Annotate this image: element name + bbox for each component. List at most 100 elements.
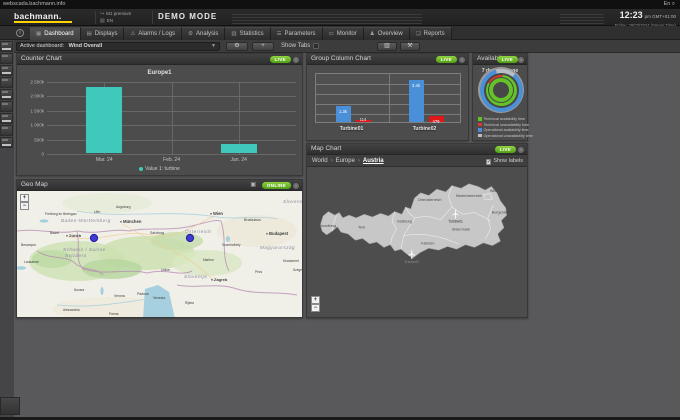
- city-label-rijeka: Rijeka: [185, 301, 194, 305]
- snapshot-icon[interactable]: ▣: [250, 182, 256, 189]
- minimized-widget-tile[interactable]: [0, 101, 13, 112]
- language-icon[interactable]: ▤: [100, 18, 105, 24]
- badge-info-icon[interactable]: i: [293, 182, 299, 189]
- geo-map-svg: Österreich Schweiz / SuisseSvizzera Magyar…: [17, 191, 302, 317]
- city-label-venezia: Venezia: [153, 296, 165, 300]
- plus-icon: +: [261, 43, 265, 49]
- region-label-burgenland: Burgenland: [492, 210, 511, 214]
- tab-reports[interactable]: ❏ Reports: [409, 27, 452, 40]
- search-icon[interactable]: ⌕: [672, 1, 675, 7]
- language-label[interactable]: EN: [107, 18, 113, 23]
- edit-tools-button[interactable]: ⚒: [400, 42, 420, 51]
- counter-chart-title: Counter Chart: [21, 55, 62, 62]
- legend-dot: [139, 166, 144, 171]
- legend-swatch: [478, 128, 482, 132]
- clock-time: 12:23: [619, 10, 643, 20]
- tab-label: Reports: [423, 31, 445, 37]
- minimized-widget-tile[interactable]: [0, 89, 13, 100]
- tab-displays[interactable]: ▤ Displays: [80, 27, 125, 40]
- show-labels-control: ✓ Show labels: [485, 158, 523, 165]
- live-badge[interactable]: LIVE: [494, 146, 516, 153]
- add-dashboard-button[interactable]: +: [252, 42, 274, 51]
- tab-label: Monitor: [336, 31, 357, 37]
- geo-map-title: Geo Map: [21, 181, 48, 188]
- map-chart-header: Map Chart LIVE i: [307, 144, 527, 155]
- austria-map[interactable]: Oberösterreich Niederösterreich Wien Burgen…: [307, 167, 527, 317]
- legend-item-operational-unavailability-time: Operational unavailability time: [478, 134, 533, 140]
- badge-info-icon[interactable]: i: [518, 56, 524, 63]
- show-labels-checkbox[interactable]: ✓: [485, 159, 492, 165]
- counter-chart-legend[interactable]: Value 1: turbine: [17, 166, 302, 172]
- minimized-widget-tile[interactable]: [0, 137, 13, 148]
- minimized-widget-tile[interactable]: [0, 65, 13, 76]
- country-label-baden-w-rttemberg: Baden-Württemberg: [61, 218, 111, 223]
- wrench-icon: ⚒: [407, 43, 413, 49]
- badge-info-icon[interactable]: i: [293, 56, 299, 63]
- bachmann-logo: bachmann.: [14, 11, 62, 21]
- dashboard-settings-button[interactable]: ⚙: [226, 42, 248, 51]
- tab-monitor[interactable]: ▭ Monitor: [322, 27, 364, 40]
- zoom-out-button[interactable]: −: [311, 304, 320, 312]
- city-label-salzburg: Salzburg: [150, 231, 164, 235]
- region-label-k-rnten: Kärnten: [421, 242, 434, 246]
- geo-site-marker-2[interactable]: [185, 233, 195, 243]
- city-dot: [66, 234, 68, 237]
- minimized-widget-tile[interactable]: [0, 41, 13, 52]
- country-label-sterreich: Österreich: [185, 228, 211, 234]
- minimized-widget-tile-bottom[interactable]: [0, 397, 20, 415]
- breadcrumb-austria[interactable]: Austria: [363, 158, 384, 164]
- map-breadcrumb: World › Europe › Austria ✓ Show labels: [307, 155, 527, 167]
- tab-dashboard[interactable]: ▦ Dashboard: [30, 27, 81, 40]
- statistics-icon: ▥: [231, 31, 237, 37]
- zoom-in-button[interactable]: +: [20, 194, 29, 202]
- tab-parameters[interactable]: ☰ Parameters: [270, 27, 323, 40]
- live-badge[interactable]: LIVE: [435, 56, 457, 63]
- geo-site-marker-1[interactable]: [89, 233, 99, 243]
- legend-label: Operational unavailability time: [483, 133, 533, 138]
- minimized-widget-tile[interactable]: [0, 77, 13, 88]
- region-label-wien: Wien: [490, 189, 499, 193]
- legend-swatch: [478, 117, 482, 121]
- legend-label: Value 1: turbine: [145, 166, 180, 172]
- bar-jan-24[interactable]: [220, 144, 257, 153]
- tab-alarms-logs[interactable]: ⚠ Alarms / Logs: [124, 27, 183, 40]
- city-dot: [211, 278, 213, 281]
- minimized-widget-tile[interactable]: [0, 125, 13, 136]
- geo-map-canvas[interactable]: Österreich Schweiz / Suisse Svizzera Magyar…: [17, 191, 302, 317]
- layout-button[interactable]: ▥: [377, 42, 397, 51]
- minimized-widget-tile[interactable]: [0, 113, 13, 124]
- zoom-out-button[interactable]: −: [20, 202, 29, 210]
- group-chart-plot: 1.3k 114 3.4k 479: [315, 73, 461, 124]
- city-label-zagreb: Zagreb: [214, 277, 228, 282]
- badge-info-icon[interactable]: i: [459, 56, 465, 63]
- minimized-widget-tile[interactable]: [0, 53, 13, 64]
- browser-url-bar: webscada.bachmann.info En ⌕: [0, 0, 680, 9]
- breadcrumb-europe[interactable]: Europe: [336, 158, 355, 164]
- info-icon[interactable]: i: [16, 29, 24, 37]
- bar-mar-24[interactable]: [86, 86, 123, 153]
- region-label-steiermark: Steiermark: [452, 227, 470, 231]
- badge-info-icon[interactable]: i: [518, 146, 524, 153]
- city-label-basel: Basel: [50, 231, 59, 235]
- live-badge[interactable]: LIVE: [269, 56, 291, 63]
- tab-overview[interactable]: ♟ Overview: [363, 27, 410, 40]
- browser-lang-label[interactable]: En: [664, 1, 671, 7]
- breadcrumb-world[interactable]: World: [312, 158, 328, 164]
- tab-analysis[interactable]: ⚙ Analysis: [182, 27, 226, 40]
- analysis-icon: ⚙: [188, 31, 194, 37]
- live-badge[interactable]: LIVE: [496, 56, 518, 63]
- logout-icon[interactable]: ↪: [100, 11, 104, 17]
- online-badge[interactable]: ONLINE: [261, 182, 291, 189]
- country-label-slovensko: Slovensko: [283, 199, 302, 204]
- geo-zoom-control: + −: [20, 194, 29, 312]
- availability-legend: Technical availability time Technical una…: [478, 117, 533, 140]
- map-chart-panel: Map Chart LIVE i World › Europe › Austria ✓ S…: [306, 143, 528, 318]
- city-dot: [266, 232, 268, 235]
- tab-statistics[interactable]: ▥ Statistics: [225, 27, 271, 40]
- reports-icon: ❏: [415, 31, 421, 37]
- y-tick-label: 2 000k: [30, 93, 44, 99]
- zoom-in-button[interactable]: +: [311, 296, 320, 304]
- app-header: bachmann. ↪ M1 premium ▤ EN DEMO MODE 12:2…: [0, 9, 680, 28]
- show-tabs-checkbox[interactable]: [313, 43, 319, 49]
- active-dashboard-select[interactable]: Active dashboard: Wind Overall ▼: [16, 42, 220, 51]
